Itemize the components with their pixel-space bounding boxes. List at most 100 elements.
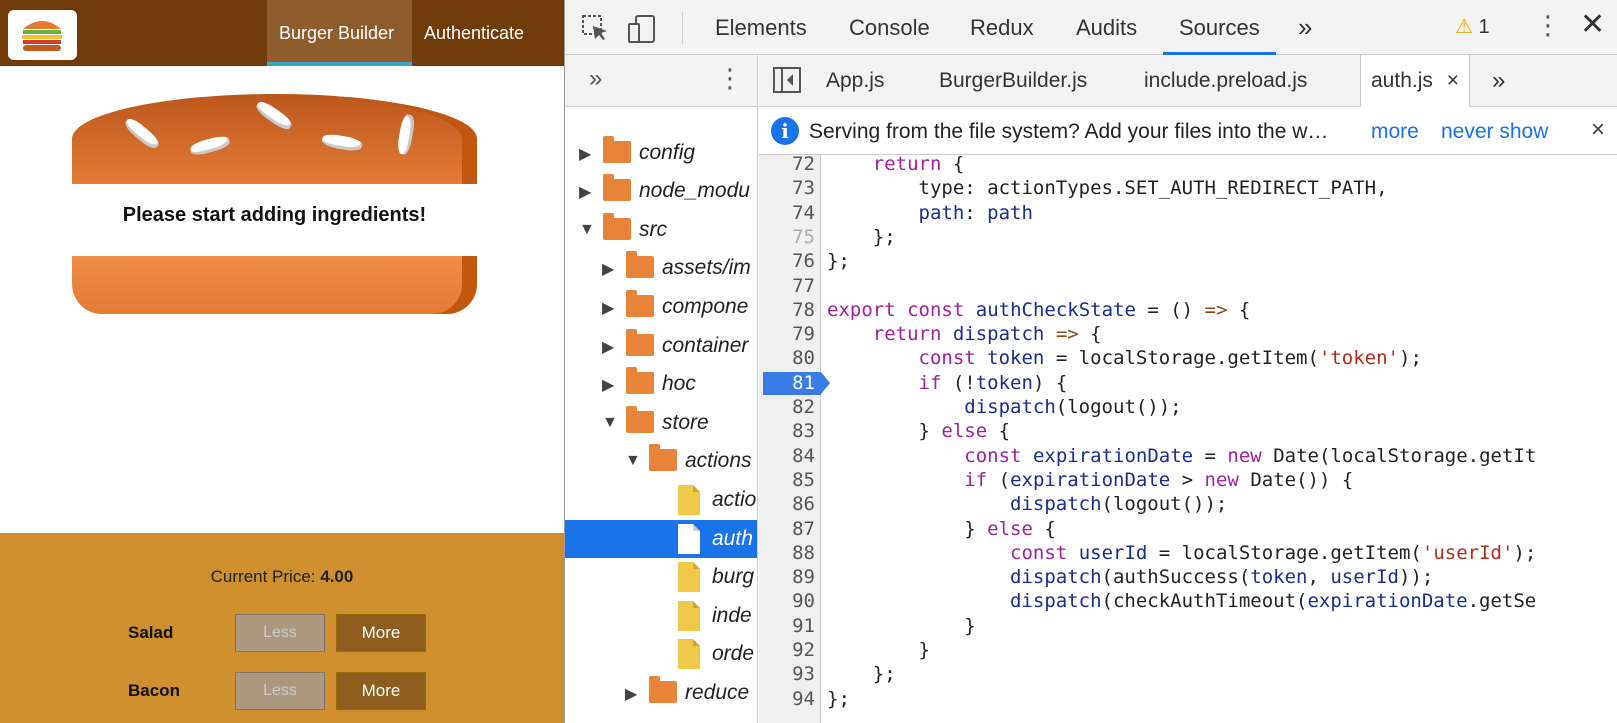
salad-less-button[interactable]: Less xyxy=(235,614,325,652)
code-line[interactable]: 74 path: path xyxy=(759,201,1617,226)
device-toolbar-icon[interactable] xyxy=(627,14,657,49)
code-line[interactable]: 76}; xyxy=(759,249,1617,274)
nav-authenticate[interactable]: Authenticate xyxy=(412,0,547,66)
line-number[interactable]: 88 xyxy=(759,541,815,566)
tree-item-inde[interactable]: inde xyxy=(565,597,757,635)
tree-item-actio[interactable]: actio xyxy=(565,481,757,519)
bacon-less-button[interactable]: Less xyxy=(235,672,325,710)
collapsed-arrow-icon[interactable]: ▶ xyxy=(602,298,614,318)
tab-audits[interactable]: Audits xyxy=(1076,0,1137,55)
line-number[interactable]: 84 xyxy=(759,444,815,469)
code-line[interactable]: 90 dispatch(checkAuthTimeout(expirationD… xyxy=(759,589,1617,614)
tab-redux[interactable]: Redux xyxy=(970,0,1034,55)
toggle-navigator-icon[interactable] xyxy=(773,67,801,98)
line-number[interactable]: 87 xyxy=(759,517,815,542)
line-number[interactable]: 81 xyxy=(759,371,815,396)
collapsed-arrow-icon[interactable]: ▶ xyxy=(579,182,591,202)
line-number[interactable]: 72 xyxy=(759,152,815,177)
expanded-arrow-icon[interactable]: ▼ xyxy=(602,414,618,432)
code-line[interactable]: 87 } else { xyxy=(759,517,1617,542)
infobar-more-link[interactable]: more xyxy=(1371,120,1419,144)
code-view[interactable]: 72 return {73 type: actionTypes.SET_AUTH… xyxy=(759,152,1617,723)
code-line[interactable]: 88 const userId = localStorage.getItem('… xyxy=(759,541,1617,566)
tree-item-actions[interactable]: ▼ actions xyxy=(565,442,757,480)
tree-item-config[interactable]: ▶ config xyxy=(565,134,757,172)
devtools-menu-icon[interactable]: ⋮ xyxy=(1535,12,1561,38)
line-number[interactable]: 93 xyxy=(759,662,815,687)
infobar-close-icon[interactable]: × xyxy=(1591,116,1605,144)
code-line[interactable]: 77 xyxy=(759,274,1617,299)
code-line[interactable]: 78 export const authCheckState = () => { xyxy=(759,298,1617,323)
code-line[interactable]: 85 if (expirationDate > new Date()) { xyxy=(759,468,1617,493)
line-number[interactable]: 89 xyxy=(759,565,815,590)
tree-item-reduce[interactable]: ▶ reduce xyxy=(565,674,757,712)
file-tab-app-js[interactable]: App.js xyxy=(826,55,884,107)
tree-item-container[interactable]: ▶ container xyxy=(565,327,757,365)
tab-console[interactable]: Console xyxy=(849,0,930,55)
more-file-tabs-icon[interactable]: » xyxy=(1492,55,1505,107)
line-number[interactable]: 79 xyxy=(759,322,815,347)
navigator-more-icon[interactable]: » xyxy=(589,65,602,93)
line-number[interactable]: 76 xyxy=(759,249,815,274)
collapsed-arrow-icon[interactable]: ▶ xyxy=(625,684,637,704)
salad-more-button[interactable]: More xyxy=(336,614,426,652)
code-line[interactable]: 86 dispatch(logout()); xyxy=(759,492,1617,517)
code-line[interactable]: 92 } xyxy=(759,638,1617,663)
navigator-menu-icon[interactable]: ⋮ xyxy=(717,63,743,94)
line-number[interactable]: 82 xyxy=(759,395,815,420)
line-number[interactable]: 86 xyxy=(759,492,815,517)
bacon-more-button[interactable]: More xyxy=(336,672,426,710)
code-line[interactable]: 89 dispatch(authSuccess(token, userId)); xyxy=(759,565,1617,590)
line-number[interactable]: 73 xyxy=(759,176,815,201)
line-number[interactable]: 94 xyxy=(759,687,815,712)
collapsed-arrow-icon[interactable]: ▶ xyxy=(602,337,614,357)
tree-item-users-maximi[interactable]: ▼Users/maximi xyxy=(565,95,757,133)
more-tabs-icon[interactable]: » xyxy=(1298,0,1312,55)
code-line[interactable]: 72 return { xyxy=(759,152,1617,177)
tree-item-auth[interactable]: auth xyxy=(565,519,757,558)
file-tab-burgerbuilder-js[interactable]: BurgerBuilder.js xyxy=(939,55,1087,107)
line-number[interactable]: 92 xyxy=(759,638,815,663)
infobar-never-show-link[interactable]: never show xyxy=(1441,120,1548,144)
expanded-arrow-icon[interactable]: ▼ xyxy=(579,221,595,239)
code-line[interactable]: 94}; xyxy=(759,687,1617,712)
line-number[interactable]: 83 xyxy=(759,419,815,444)
code-line[interactable]: 84 const expirationDate = new Date(local… xyxy=(759,444,1617,469)
tree-item-orde[interactable]: orde xyxy=(565,635,757,673)
code-line[interactable]: 73 type: actionTypes.SET_AUTH_REDIRECT_P… xyxy=(759,176,1617,201)
close-devtools-icon[interactable]: ✕ xyxy=(1580,10,1605,40)
line-number[interactable]: 91 xyxy=(759,614,815,639)
code-line[interactable]: 93 }; xyxy=(759,662,1617,687)
close-tab-icon[interactable]: × xyxy=(1447,69,1459,92)
collapsed-arrow-icon[interactable]: ▶ xyxy=(602,375,614,395)
file-tab-include-preload-js[interactable]: include.preload.js xyxy=(1144,55,1307,107)
tree-item-store[interactable]: ▼ store xyxy=(565,404,757,442)
nav-burger-builder[interactable]: Burger Builder xyxy=(267,0,412,66)
warnings-indicator[interactable]: ⚠ 1 xyxy=(1455,14,1490,39)
expanded-arrow-icon[interactable]: ▼ xyxy=(625,452,641,470)
line-number[interactable]: 75 xyxy=(759,225,815,250)
code-line[interactable]: 91 } xyxy=(759,614,1617,639)
tree-item-burg[interactable]: burg xyxy=(565,558,757,596)
line-number[interactable]: 77 xyxy=(759,274,815,299)
tree-item-node-modu[interactable]: ▶ node_modu xyxy=(565,172,757,210)
tree-item-assets-im[interactable]: ▶ assets/im xyxy=(565,249,757,287)
line-number[interactable]: 90 xyxy=(759,589,815,614)
tab-elements[interactable]: Elements xyxy=(715,0,807,55)
inspect-element-icon[interactable] xyxy=(581,14,609,47)
line-number[interactable]: 78 xyxy=(759,298,815,323)
collapsed-arrow-icon[interactable]: ▶ xyxy=(602,259,614,279)
code-line[interactable]: 81 if (!token) { xyxy=(759,371,1617,396)
line-number[interactable]: 85 xyxy=(759,468,815,493)
code-line[interactable]: 80 const token = localStorage.getItem('t… xyxy=(759,346,1617,371)
tree-item-src[interactable]: ▼ src xyxy=(565,211,757,249)
tree-item-hoc[interactable]: ▶ hoc xyxy=(565,365,757,403)
collapsed-arrow-icon[interactable]: ▶ xyxy=(579,144,591,164)
code-line[interactable]: 83 } else { xyxy=(759,419,1617,444)
code-line[interactable]: 75 }; xyxy=(759,225,1617,250)
code-line[interactable]: 82 dispatch(logout()); xyxy=(759,395,1617,420)
line-number[interactable]: 80 xyxy=(759,346,815,371)
burger-logo[interactable] xyxy=(8,10,77,60)
tree-item-compone[interactable]: ▶ compone xyxy=(565,288,757,326)
tab-sources[interactable]: Sources xyxy=(1163,0,1276,55)
